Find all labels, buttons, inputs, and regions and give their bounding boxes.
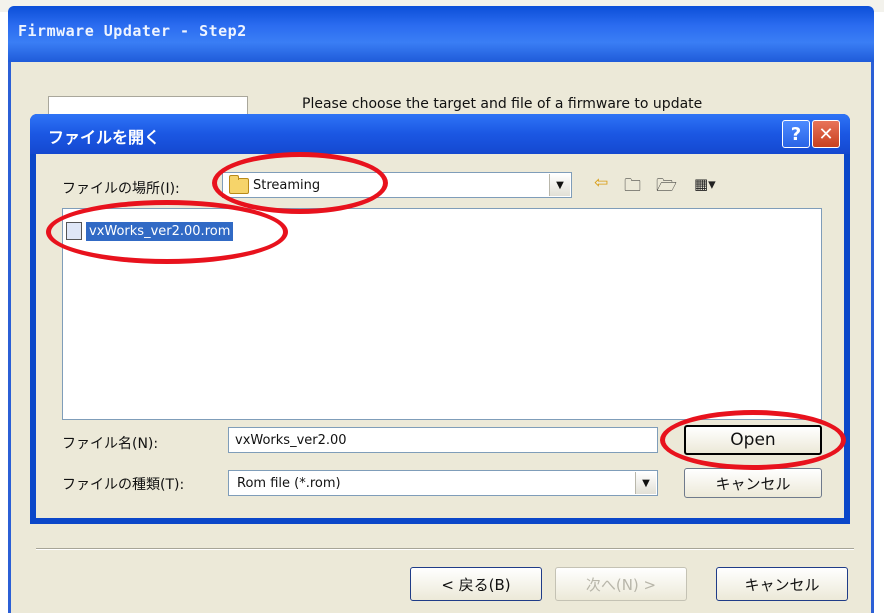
filetype-label: ファイルの種類(T): xyxy=(62,477,185,493)
view-menu-icon[interactable]: ▦▾ xyxy=(694,175,716,193)
location-label: ファイルの場所(I): xyxy=(62,181,180,197)
dialog-cancel-button[interactable]: キャンセル xyxy=(684,468,822,498)
wizard-instruction: Please choose the target and file of a f… xyxy=(302,96,703,112)
new-folder-icon[interactable]: 🗁 xyxy=(656,173,677,202)
filename-label: ファイル名(N): xyxy=(62,436,159,452)
chevron-down-icon[interactable]: ▼ xyxy=(549,174,570,196)
chevron-down-icon[interactable]: ▼ xyxy=(635,472,656,494)
help-button[interactable]: ? xyxy=(782,120,810,148)
wizard-cancel-button[interactable]: キャンセル xyxy=(716,567,848,601)
filename-value: vxWorks_ver2.00 xyxy=(235,433,347,448)
filetype-combo[interactable]: Rom file (*.rom) ▼ xyxy=(228,470,658,496)
highlight-ring-location xyxy=(212,152,388,214)
filename-field[interactable]: vxWorks_ver2.00 xyxy=(228,427,658,453)
highlight-ring-file xyxy=(46,200,288,264)
up-folder-icon[interactable]: 🗀 xyxy=(624,173,641,202)
wizard-title: Firmware Updater - Step2 xyxy=(18,22,247,40)
wizard-separator xyxy=(36,548,854,550)
back-arrow-icon[interactable]: ⇦ xyxy=(594,173,608,193)
highlight-ring-open xyxy=(660,410,846,470)
dialog-title: ファイルを開く xyxy=(48,128,161,147)
close-button[interactable]: ✕ xyxy=(812,120,840,148)
back-button[interactable]: < 戻る(B) xyxy=(410,567,542,601)
next-button: 次へ(N) > xyxy=(555,567,687,601)
filetype-value: Rom file (*.rom) xyxy=(237,476,341,491)
